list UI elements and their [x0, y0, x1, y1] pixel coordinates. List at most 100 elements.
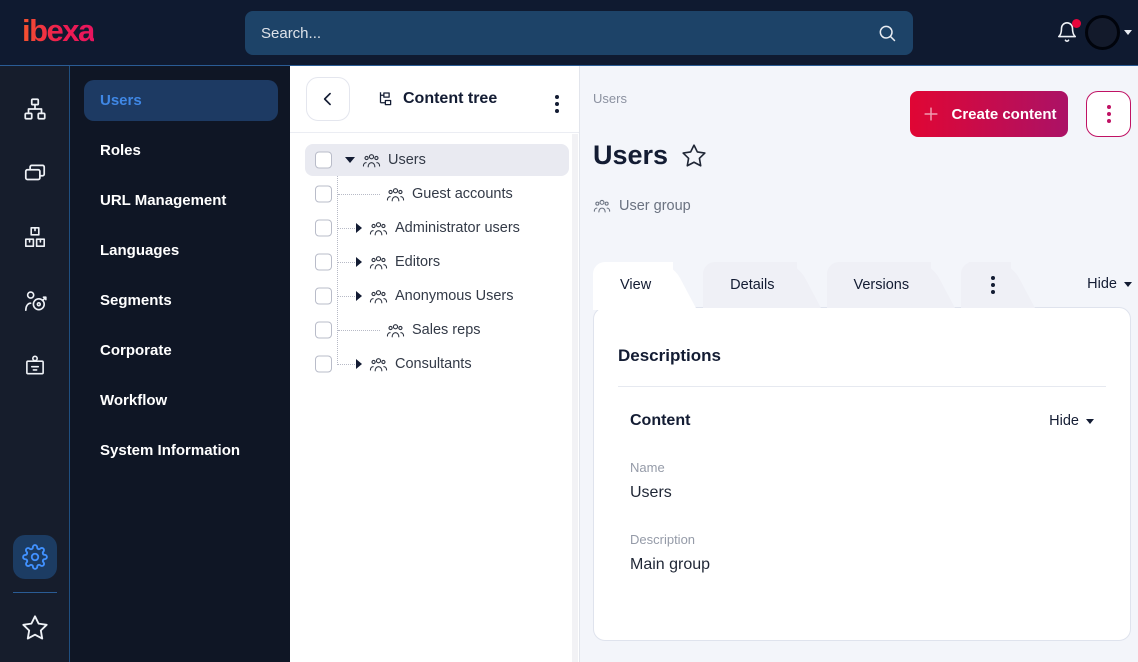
tree-item-label[interactable]: Guest accounts — [412, 186, 513, 202]
tree-row-administrator-users[interactable]: Administrator users — [290, 211, 579, 245]
expand-arrow-icon[interactable] — [356, 291, 362, 301]
bookmark-star-icon[interactable] — [681, 143, 707, 169]
user-avatar[interactable] — [1085, 15, 1120, 50]
tree-checkbox[interactable] — [315, 219, 332, 237]
tree-item-label[interactable]: Consultants — [395, 356, 472, 372]
content-tree-title: Content tree — [376, 90, 497, 108]
sidebar-item-workflow[interactable]: Workflow — [84, 380, 278, 421]
content-tree-panel: Content tree Users Guest accounts Admini… — [290, 66, 580, 662]
user-group-icon — [386, 185, 405, 204]
admin-menu-sidebar: Users Roles URL Management Languages Seg… — [70, 66, 290, 662]
admin-settings-gear-icon[interactable] — [12, 535, 57, 579]
sidebar-item-roles[interactable]: Roles — [84, 130, 278, 171]
content-section: Content Hide Name Users Description Main… — [618, 412, 1106, 574]
tree-checkbox[interactable] — [315, 355, 332, 373]
global-search[interactable] — [245, 11, 913, 55]
top-bar: ibexa — [0, 0, 1138, 66]
sidebar-item-users[interactable]: Users — [84, 80, 278, 121]
search-input[interactable] — [261, 24, 877, 42]
content-type-label: User group — [619, 198, 691, 214]
tree-scrollbar[interactable] — [572, 134, 578, 662]
sidebar-item-corporate[interactable]: Corporate — [84, 330, 278, 371]
field-value-description: Main group — [630, 556, 711, 573]
tree-item-label[interactable]: Anonymous Users — [395, 288, 513, 304]
content-actions-kebab-button[interactable] — [1086, 91, 1131, 137]
user-group-icon — [369, 355, 388, 374]
user-group-icon — [593, 197, 611, 215]
content-type-subtitle: User group — [593, 197, 691, 215]
user-group-icon — [386, 321, 405, 340]
product-catalog-icon[interactable] — [13, 215, 57, 259]
user-group-icon — [369, 287, 388, 306]
expand-arrow-icon[interactable] — [356, 257, 362, 267]
section-title: Content — [630, 412, 691, 429]
rail-divider — [12, 592, 57, 593]
plus-icon — [921, 104, 941, 124]
user-menu-caret-icon[interactable] — [1124, 30, 1132, 35]
hide-section-toggle[interactable]: Hide — [1049, 413, 1094, 429]
tree-row-anonymous-users[interactable]: Anonymous Users — [290, 279, 579, 313]
breadcrumb[interactable]: Users — [593, 91, 627, 106]
search-icon[interactable] — [877, 23, 897, 43]
tree-branch-line — [338, 262, 355, 263]
field-label-name: Name — [630, 460, 665, 475]
field-value-name: Users — [630, 484, 672, 501]
tree-item-label[interactable]: Editors — [395, 254, 440, 270]
notification-badge — [1072, 19, 1081, 28]
tree-branch-line — [338, 228, 355, 229]
tree-checkbox[interactable] — [315, 321, 332, 339]
user-group-icon — [369, 253, 388, 272]
tab-details[interactable]: Details — [703, 262, 826, 308]
expand-arrow-icon[interactable] — [356, 223, 362, 233]
tree-item-label[interactable]: Sales reps — [412, 322, 481, 338]
sidebar-item-segments[interactable]: Segments — [84, 280, 278, 321]
tree-checkbox[interactable] — [315, 253, 332, 271]
tree-row-editors[interactable]: Editors — [290, 245, 579, 279]
tree-checkbox[interactable] — [315, 287, 332, 305]
caret-down-icon — [1124, 281, 1132, 287]
field-label-description: Description — [630, 532, 696, 547]
collapse-arrow-icon[interactable] — [345, 157, 355, 163]
descriptions-card: Descriptions Content Hide Name Users Des… — [593, 307, 1131, 641]
card-divider — [618, 386, 1106, 387]
tree-row-users[interactable]: Users — [290, 143, 579, 177]
sidebar-item-system-information[interactable]: System Information — [84, 430, 278, 471]
card-heading: Descriptions — [618, 346, 721, 365]
tree-checkbox[interactable] — [315, 185, 332, 203]
sidebar-item-url-management[interactable]: URL Management — [84, 180, 278, 221]
content-structure-icon[interactable] — [13, 87, 57, 131]
tree-branch-line — [338, 194, 380, 195]
tree-row-consultants[interactable]: Consultants — [290, 347, 579, 381]
tree-row-sales-reps[interactable]: Sales reps — [290, 313, 579, 347]
tree-item-label[interactable]: Users — [388, 152, 426, 168]
ibexa-logo[interactable]: ibexa — [22, 13, 95, 49]
rail-bottom-group — [12, 535, 57, 662]
tab-view[interactable]: View — [593, 262, 703, 310]
main-content: Users Create content Users User group Vi… — [581, 66, 1138, 662]
notifications-bell-icon[interactable] — [1056, 19, 1081, 45]
tree-options-kebab-icon[interactable] — [551, 82, 563, 117]
expand-arrow-icon[interactable] — [356, 359, 362, 369]
caret-down-icon — [1086, 418, 1094, 424]
bookmarks-star-icon[interactable] — [13, 606, 57, 650]
sidebar-item-languages[interactable]: Languages — [84, 230, 278, 271]
page-title-row: Users — [593, 140, 707, 171]
hide-panel-toggle[interactable]: Hide — [1087, 276, 1132, 292]
tree-branch-line — [338, 330, 380, 331]
tab-more-kebab-icon[interactable] — [961, 262, 1041, 308]
tree-branch-line — [338, 364, 355, 365]
create-content-button[interactable]: Create content — [910, 91, 1068, 137]
customer-segments-icon[interactable] — [13, 279, 57, 323]
pages-icon[interactable] — [13, 151, 57, 195]
user-group-icon — [362, 151, 381, 170]
tree-branch-line — [338, 296, 355, 297]
tree-row-guest-accounts[interactable]: Guest accounts — [290, 177, 579, 211]
tab-versions[interactable]: Versions — [826, 262, 962, 308]
corporate-badge-icon[interactable] — [13, 343, 57, 387]
tree-icon — [376, 90, 394, 108]
collapse-tree-button[interactable] — [306, 77, 350, 121]
tree-checkbox[interactable] — [315, 151, 332, 169]
user-group-icon — [369, 219, 388, 238]
tree-item-label[interactable]: Administrator users — [395, 220, 520, 236]
icon-rail — [0, 66, 70, 662]
